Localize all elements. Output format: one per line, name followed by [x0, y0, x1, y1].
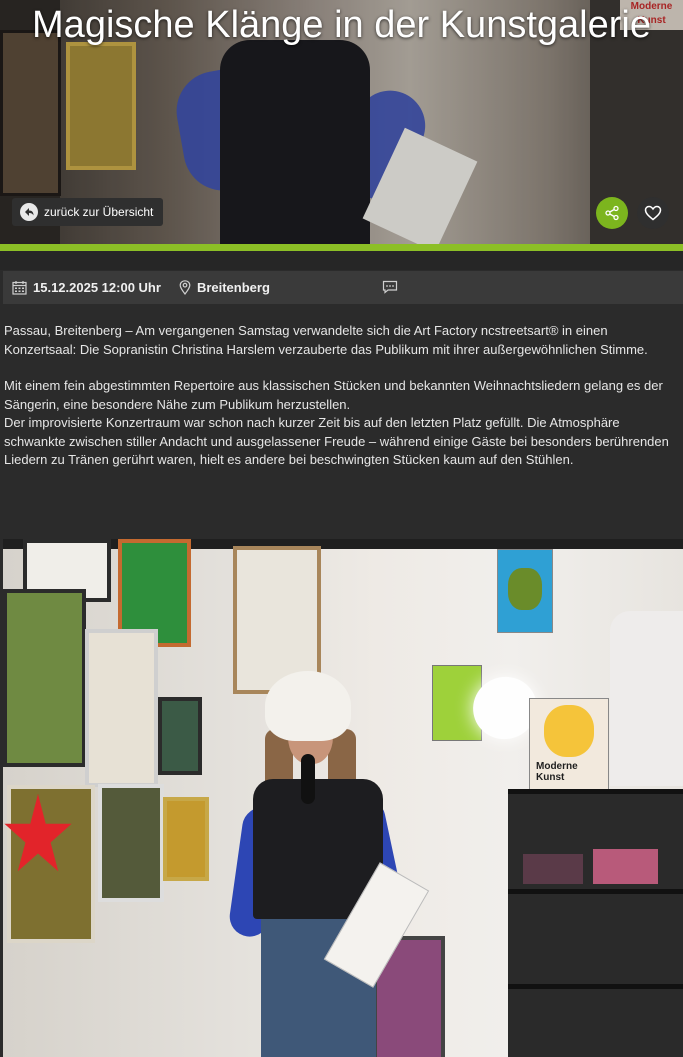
event-location: Breitenberg: [179, 280, 270, 295]
accent-divider: [0, 244, 683, 251]
photo-pop-art-monkey: [497, 549, 553, 633]
event-meta-bar: 15.12.2025 12:00 Uhr Breitenberg: [3, 271, 683, 304]
photo-frame: [158, 697, 202, 775]
photo-singer-hat: [265, 671, 351, 741]
photo-shirt: [610, 611, 683, 786]
back-button-label: zurück zur Übersicht: [44, 205, 154, 219]
photo-frame: [3, 589, 86, 767]
back-arrow-icon: [20, 203, 38, 221]
photo-poster: Moderne Kunst: [529, 698, 609, 795]
hero-image: Moderne Kunst Magische Klänge in der Kun…: [0, 0, 683, 244]
photo-poster-portrait: [544, 705, 594, 757]
photo-frame: [85, 629, 158, 787]
photo-shelf-rack: [508, 789, 683, 1057]
share-button[interactable]: [596, 197, 628, 229]
photo-frame: [98, 784, 164, 902]
article-paragraph: Der improvisierte Konzertraum war schon …: [4, 415, 669, 467]
photo-poster-text: Moderne Kunst: [536, 761, 578, 783]
photo-shelf-board: [508, 789, 683, 794]
photo-folded-shirts: [593, 849, 658, 884]
photo-folded-shirts: [523, 854, 583, 884]
photo-shelf-board: [508, 889, 683, 894]
back-to-overview-button[interactable]: zurück zur Übersicht: [12, 198, 164, 226]
article-paragraph: Mit einem fein abgestimmten Repertoire a…: [4, 378, 663, 412]
heart-icon: [644, 205, 662, 221]
share-icon: [605, 205, 619, 221]
calendar-icon: [12, 281, 27, 295]
comment-icon: [382, 280, 398, 294]
event-date-text: 15.12.2025 12:00 Uhr: [33, 280, 161, 295]
article-paragraph: Passau, Breitenberg – Am vergangenen Sam…: [4, 323, 648, 357]
page-title: Magische Klänge in der Kunstgalerie: [32, 4, 651, 46]
event-location-text: Breitenberg: [196, 280, 270, 295]
article-body: Passau, Breitenberg – Am vergangenen Sam…: [4, 322, 679, 488]
photo-monkey-figure: [508, 568, 542, 610]
photo-shelf-board: [508, 984, 683, 989]
article-photo: Moderne Kunst: [3, 539, 683, 1057]
photo-frame: [163, 797, 209, 881]
location-pin-icon: [179, 280, 191, 295]
photo-microphone: [301, 754, 315, 804]
comments-button[interactable]: [382, 280, 398, 297]
divider-gap: [0, 251, 683, 270]
favorite-button[interactable]: [637, 197, 669, 229]
event-date: 15.12.2025 12:00 Uhr: [12, 280, 161, 295]
